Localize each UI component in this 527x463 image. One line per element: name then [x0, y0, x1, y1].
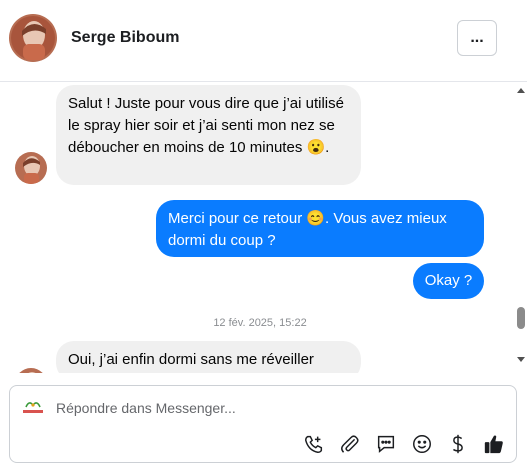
- more-options-button[interactable]: ...: [457, 20, 497, 56]
- thread-scrollbar[interactable]: [514, 83, 527, 373]
- add-contact-icon[interactable]: [302, 432, 326, 456]
- contact-avatar-small: [15, 368, 47, 373]
- more-options-icon: ...: [470, 29, 484, 46]
- message-bubble: Merci pour ce retour 😊. Vous avez mieux …: [156, 200, 484, 257]
- message-bubble: Salut ! Juste pour vous dire que j’ai ut…: [56, 85, 361, 185]
- page-logo-icon: [20, 398, 46, 418]
- chat-bubble-icon[interactable]: [374, 432, 398, 456]
- message-timestamp: 12 fév. 2025, 15:22: [213, 317, 307, 329]
- attachment-icon[interactable]: [338, 432, 362, 456]
- dollar-icon[interactable]: [446, 432, 470, 456]
- contact-avatar[interactable]: [9, 14, 57, 62]
- message-bubble: Oui, j’ai enfin dormi sans me réveiller: [56, 341, 361, 373]
- contact-name[interactable]: Serge Biboum: [71, 29, 179, 47]
- scroll-up-arrow-icon[interactable]: [517, 88, 525, 93]
- message-bubble: Okay ?: [413, 263, 484, 299]
- message-thread: Salut ! Juste pour vous dire que j’ai ut…: [0, 83, 527, 373]
- scrollbar-thumb[interactable]: [517, 307, 525, 329]
- scroll-down-arrow-icon[interactable]: [517, 357, 525, 362]
- thumbs-up-icon[interactable]: [482, 432, 506, 456]
- conversation-header: Serge Biboum ...: [0, 0, 527, 82]
- reply-input[interactable]: [56, 396, 496, 420]
- contact-avatar-small: [15, 152, 47, 184]
- composer-toolbar: [10, 432, 518, 456]
- message-composer: [9, 385, 517, 463]
- emoji-icon[interactable]: [410, 432, 434, 456]
